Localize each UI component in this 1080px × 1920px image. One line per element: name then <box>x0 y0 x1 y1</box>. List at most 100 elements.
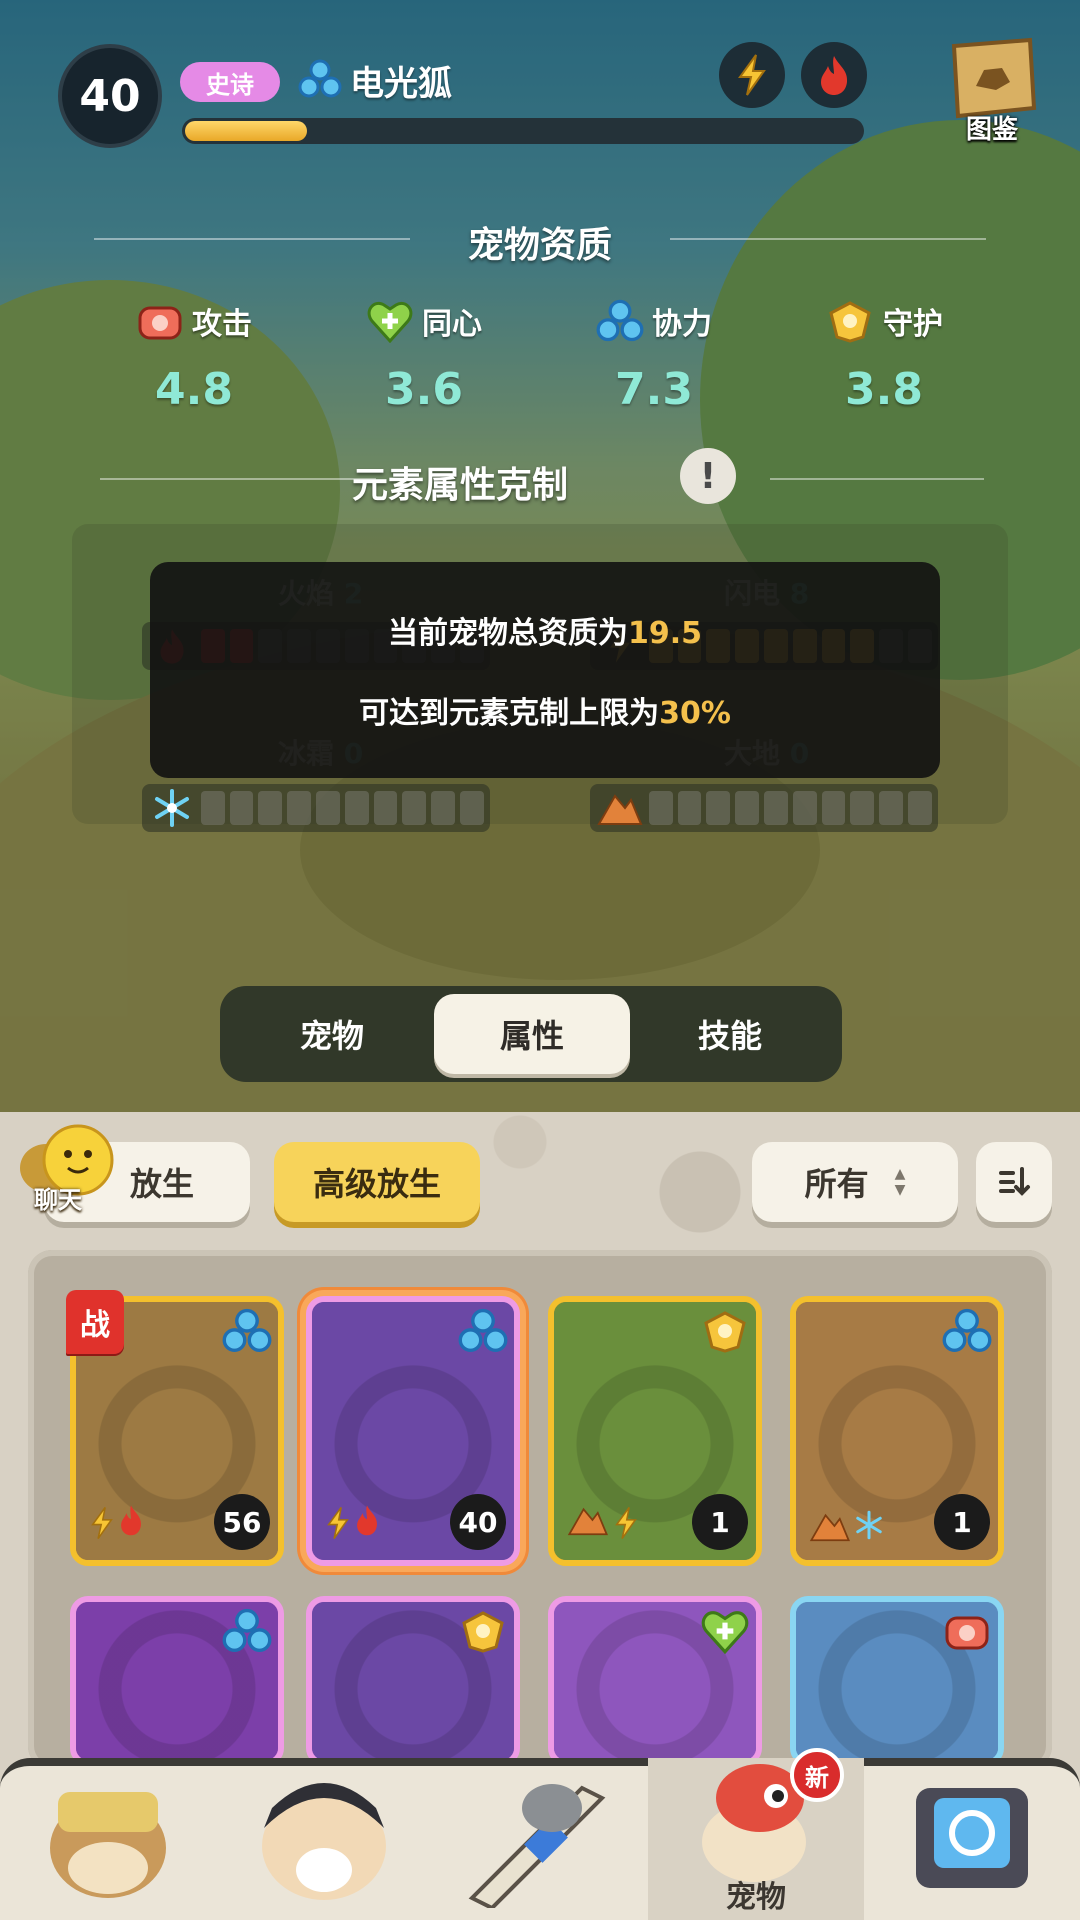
pet-card[interactable]: 1 <box>548 1296 762 1566</box>
pet-card[interactable] <box>70 1596 284 1766</box>
stat-cooperation-value: 7.3 <box>615 364 693 415</box>
element-segment <box>677 791 702 825</box>
info-icon[interactable]: ! <box>680 448 736 504</box>
rarity-badge: 史诗 <box>180 62 280 102</box>
pet-level: 1 <box>934 1494 990 1550</box>
cooperation-icon <box>458 1308 508 1358</box>
guard-icon <box>829 301 871 343</box>
aptitude-tooltip: 当前宠物总资质为19.5 可达到元素克制上限为30% <box>150 562 940 778</box>
stat-attack: 攻击 4.8 <box>84 296 304 415</box>
stat-guard-value: 3.8 <box>845 364 923 415</box>
element-segment <box>402 791 427 825</box>
pet-card[interactable] <box>306 1596 520 1766</box>
attack-icon <box>138 306 182 340</box>
pet-card[interactable]: 40 <box>306 1296 520 1566</box>
nav-item-weapon[interactable] <box>432 1758 648 1920</box>
fire-icon <box>821 56 848 95</box>
character-icon <box>262 1783 386 1900</box>
nav-item-portal[interactable] <box>864 1758 1080 1920</box>
pet-elements <box>88 1504 144 1546</box>
experience-bar-fill <box>185 121 307 141</box>
frost-icon <box>854 1510 884 1546</box>
element-segment <box>258 791 283 825</box>
aptitude-title: 宠物资质 <box>467 225 612 266</box>
cooperation-icon <box>942 1308 992 1358</box>
tab-pet[interactable]: 宠物 <box>234 994 430 1074</box>
lightning-icon <box>88 1504 116 1546</box>
fire-icon <box>118 1504 144 1546</box>
battle-badge: 战 <box>66 1290 124 1354</box>
element-segment <box>850 791 875 825</box>
earth-icon <box>596 788 644 828</box>
pet-elements <box>566 1504 640 1546</box>
pet-card[interactable]: 1 <box>790 1296 1004 1566</box>
cooperation-icon <box>222 1608 272 1658</box>
lightning-element-button[interactable] <box>719 42 785 108</box>
codex-button[interactable]: 图鉴 <box>940 36 1044 146</box>
element-title: 元素属性克制 <box>351 465 568 506</box>
lightning-icon <box>738 54 766 96</box>
pet-card[interactable] <box>548 1596 762 1766</box>
cooperation-icon <box>596 299 644 342</box>
element-segment <box>287 791 311 825</box>
pet-level: 40 <box>450 1494 506 1550</box>
stat-guard: 守护 3.8 <box>774 296 994 415</box>
pet-elements <box>808 1510 884 1546</box>
element-segment <box>879 791 904 825</box>
chat-button[interactable]: 聊天 <box>12 1124 122 1224</box>
cooperation-icon <box>298 59 342 103</box>
pet-card[interactable] <box>790 1596 1004 1766</box>
filter-dropdown[interactable]: 所有 ▲ ▼ <box>752 1142 958 1222</box>
pet-name: 电光狐 <box>350 64 452 104</box>
element-segment <box>200 791 225 825</box>
heart-icon <box>367 302 413 343</box>
new-badge: 新 <box>790 1748 844 1802</box>
nav-label-pet: 宠物 <box>726 1880 786 1915</box>
lightning-icon <box>612 1504 640 1546</box>
element-segment <box>431 791 456 825</box>
chat-label: 聊天 <box>34 1186 82 1214</box>
fire-icon <box>354 1504 380 1546</box>
fire-element-button[interactable] <box>801 42 867 108</box>
element-segment <box>315 791 340 825</box>
element-segment <box>460 791 484 825</box>
snowflake-icon <box>148 788 196 828</box>
earth-icon <box>808 1510 852 1546</box>
stat-cooperation: 协力 7.3 <box>544 296 764 415</box>
pet-elements <box>324 1504 380 1546</box>
earth-bar <box>590 784 938 832</box>
element-segment <box>792 791 817 825</box>
updown-icon: ▲ ▼ <box>894 1166 906 1198</box>
cooperation-icon <box>222 1308 272 1358</box>
earth-icon <box>566 1504 610 1546</box>
filter-value: 所有 <box>804 1165 869 1203</box>
guard-icon <box>700 1308 750 1358</box>
pet-level: 56 <box>214 1494 270 1550</box>
sort-button[interactable] <box>976 1142 1052 1222</box>
nav-item-hero[interactable] <box>0 1758 216 1920</box>
advanced-release-button[interactable]: 高级放生 <box>274 1142 480 1222</box>
element-segment <box>735 791 759 825</box>
guard-icon <box>458 1608 508 1658</box>
element-segment <box>373 791 398 825</box>
element-segment <box>229 791 254 825</box>
tooltip-element-cap: 可达到元素克制上限为30% <box>359 696 731 731</box>
element-segment <box>648 791 673 825</box>
element-segment <box>706 791 731 825</box>
experience-bar <box>182 118 864 144</box>
tab-attributes[interactable]: 属性 <box>434 994 630 1074</box>
nav-item-character[interactable] <box>216 1758 432 1920</box>
stat-heart: 同心 3.6 <box>314 296 534 415</box>
element-segment <box>908 791 932 825</box>
portal-icon <box>916 1788 1028 1888</box>
element-segment <box>344 791 369 825</box>
pet-title: 电光狐 <box>298 56 452 105</box>
detail-tabs: 宠物 属性 技能 <box>220 986 842 1082</box>
pet-level-badge: 40 <box>58 44 162 148</box>
sword-icon <box>468 1784 606 1911</box>
heart-icon <box>700 1608 750 1658</box>
element-segment <box>821 791 846 825</box>
attack-icon <box>942 1608 992 1658</box>
hero-icon <box>50 1792 166 1898</box>
tab-skills[interactable]: 技能 <box>632 994 828 1074</box>
